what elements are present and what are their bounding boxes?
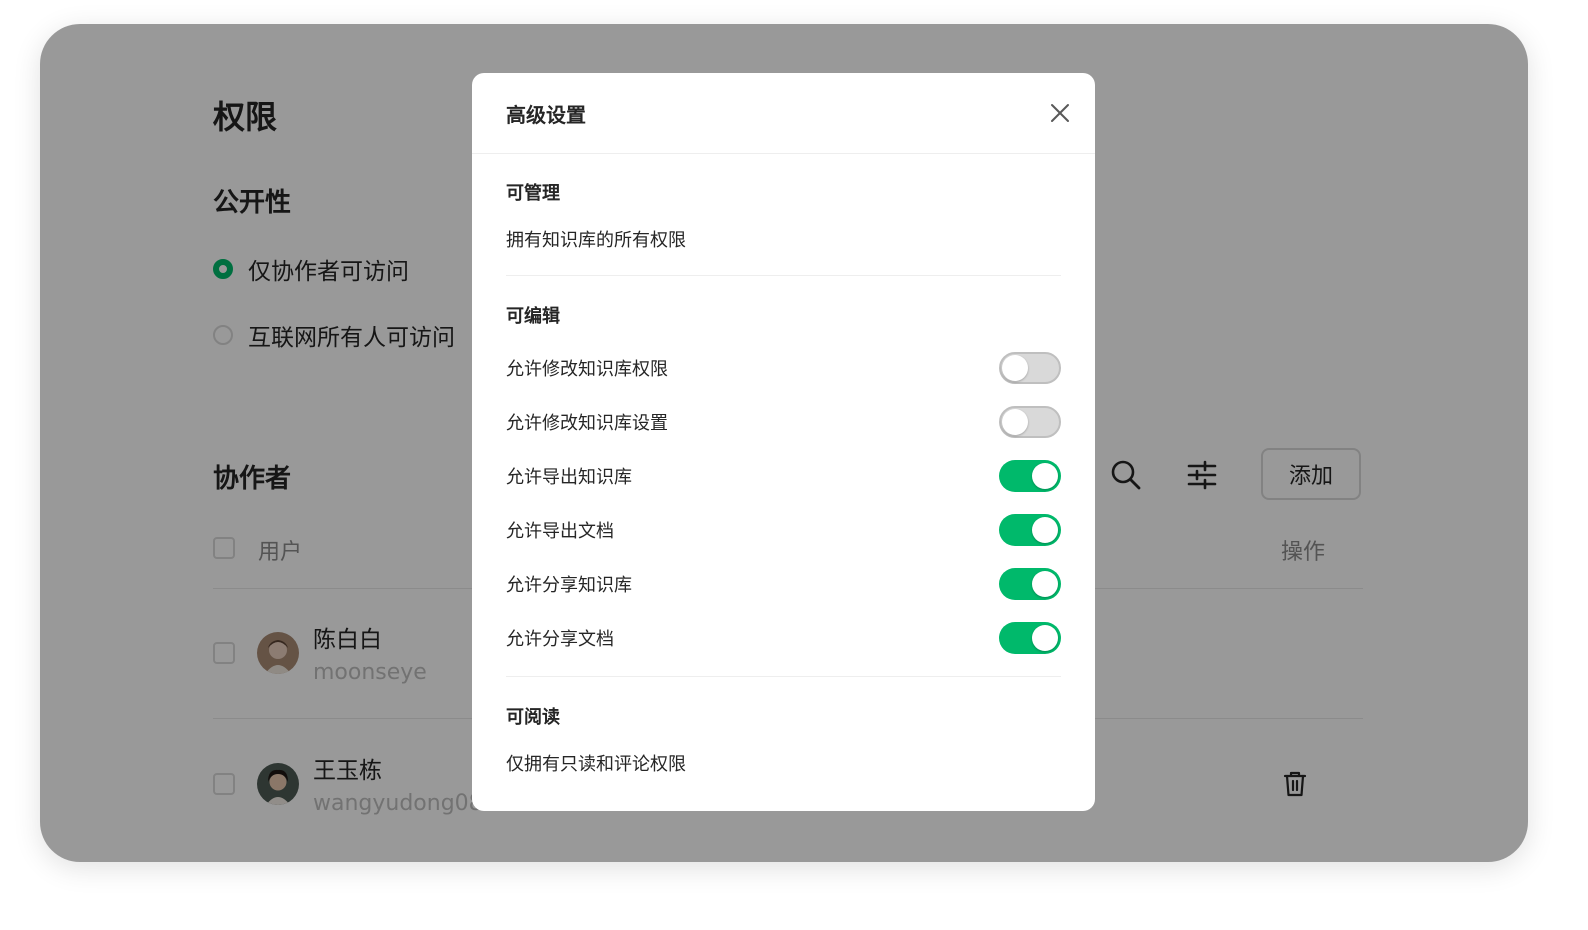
dialog-title: 高级设置: [506, 103, 586, 127]
app-window: 权限 公开性 仅协作者可访问 互联网所有人可访问 协作者 添加 用户 操作 陈白…: [40, 24, 1528, 862]
manage-section-title: 可管理: [506, 183, 560, 204]
option-label: 允许导出知识库: [506, 467, 632, 488]
section-divider: [506, 676, 1061, 677]
option-share-library: 允许分享知识库: [506, 568, 1061, 600]
dialog-header: 高级设置: [472, 73, 1095, 154]
switch-knob: [1002, 409, 1028, 435]
option-label: 允许导出文档: [506, 521, 614, 542]
option-edit-settings: 允许修改知识库设置: [506, 406, 1061, 438]
option-edit-permissions: 允许修改知识库权限: [506, 352, 1061, 384]
option-label: 允许分享知识库: [506, 575, 632, 596]
toggle-switch[interactable]: [999, 622, 1061, 654]
switch-knob: [1032, 571, 1058, 597]
option-label: 允许分享文档: [506, 629, 614, 650]
read-section-title: 可阅读: [506, 707, 560, 728]
option-label: 允许修改知识库权限: [506, 359, 668, 380]
option-export-library: 允许导出知识库: [506, 460, 1061, 492]
switch-knob: [1002, 355, 1028, 381]
switch-knob: [1032, 517, 1058, 543]
switch-knob: [1032, 625, 1058, 651]
option-export-doc: 允许导出文档: [506, 514, 1061, 546]
toggle-switch[interactable]: [999, 514, 1061, 546]
manage-section-desc: 拥有知识库的所有权限: [506, 230, 686, 251]
toggle-switch[interactable]: [999, 352, 1061, 384]
toggle-switch[interactable]: [999, 568, 1061, 600]
close-icon[interactable]: [1048, 101, 1072, 125]
toggle-switch[interactable]: [999, 460, 1061, 492]
section-divider: [506, 275, 1061, 276]
option-share-doc: 允许分享文档: [506, 622, 1061, 654]
switch-knob: [1032, 463, 1058, 489]
option-label: 允许修改知识库设置: [506, 413, 668, 434]
read-section-desc: 仅拥有只读和评论权限: [506, 754, 686, 775]
advanced-settings-dialog: 高级设置 可管理 拥有知识库的所有权限 可编辑 允许修改知识库权限 允许修改知识…: [472, 73, 1095, 811]
edit-section-title: 可编辑: [506, 306, 560, 327]
toggle-switch[interactable]: [999, 406, 1061, 438]
